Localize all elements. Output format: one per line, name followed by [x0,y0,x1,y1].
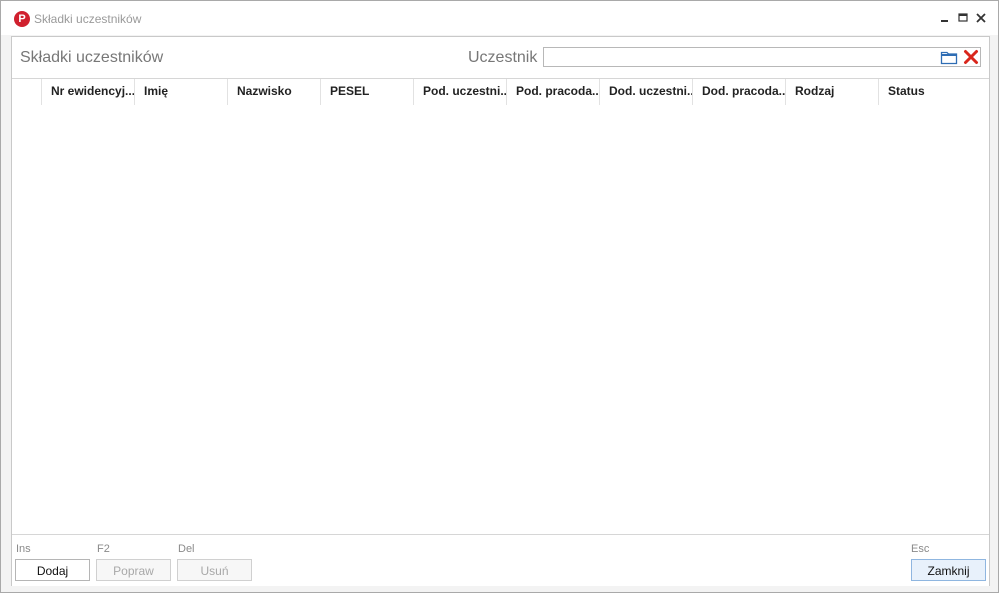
add-hotkey-label: Ins [16,543,31,555]
close-hotkey-label: Esc [911,543,930,555]
column-header-pod-pracodawcy[interactable]: Pod. pracoda... [507,79,600,105]
page-title: Składki uczestników [20,49,164,66]
folder-icon [940,51,958,65]
app-logo: P [14,11,30,27]
close-icon [976,13,986,23]
column-header-dod-uczestnika[interactable]: Dod. uczestni... [600,79,693,105]
column-header-imie[interactable]: Imię [135,79,228,105]
browse-participant-button[interactable] [940,49,958,65]
participant-filter-label: Uczestnik [468,49,538,66]
delete-hotkey-label: Del [178,543,195,555]
column-header-pod-uczestnika[interactable]: Pod. uczestni... [414,79,507,105]
add-button[interactable]: Dodaj [15,559,90,581]
maximize-icon [958,13,968,22]
column-header-nazwisko[interactable]: Nazwisko [228,79,321,105]
column-header-pesel[interactable]: PESEL [321,79,414,105]
column-header-rodzaj[interactable]: Rodzaj [786,79,879,105]
clear-icon [964,50,978,64]
edit-hotkey-label: F2 [97,543,110,555]
close-button[interactable]: Zamknij [911,559,986,581]
minimize-button[interactable] [936,9,954,27]
minimize-icon [941,20,948,22]
participant-filter-input[interactable] [543,47,981,67]
footer-toolbar: Ins Dodaj F2 Popraw Del Usuń Esc Zamknij [12,534,989,586]
title-bar[interactable]: P Składki uczestników [1,1,998,35]
grid-body[interactable] [12,105,989,534]
edit-button[interactable]: Popraw [96,559,171,581]
maximize-button[interactable] [954,9,972,27]
clear-participant-button[interactable] [963,49,979,65]
window-title: Składki uczestników [34,12,142,26]
row-indicator-column[interactable] [12,79,42,105]
app-window: P Składki uczestników Składki uczestnikó… [0,0,999,593]
delete-button[interactable]: Usuń [177,559,252,581]
main-panel: Składki uczestników Uczestnik Nr ewidenc… [11,36,990,586]
column-header-dod-pracodawcy[interactable]: Dod. pracoda... [693,79,786,105]
close-window-button[interactable] [972,9,990,27]
grid-header: Nr ewidencyj... Imię Nazwisko PESEL Pod.… [12,78,989,106]
column-header-status[interactable]: Status [879,79,989,105]
column-header-nr-ewidencyjny[interactable]: Nr ewidencyj... [42,79,135,105]
